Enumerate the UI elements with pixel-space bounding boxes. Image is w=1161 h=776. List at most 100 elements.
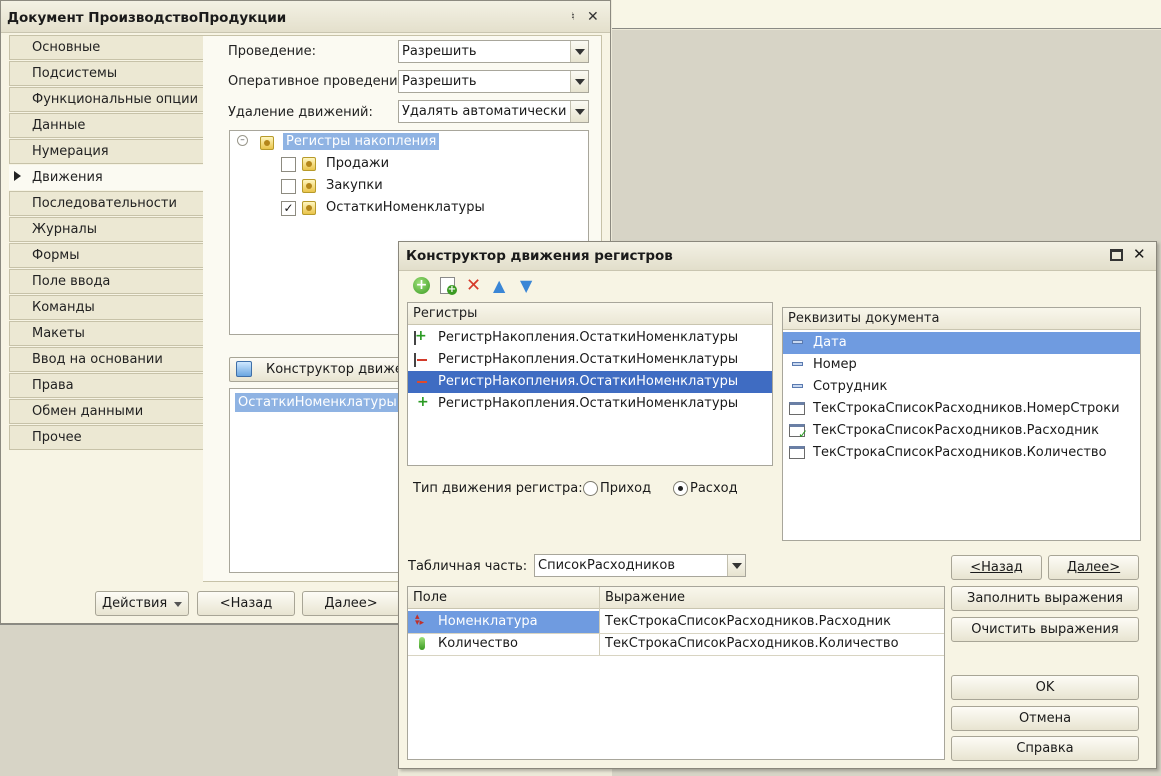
sidebar-item-subsystems[interactable]: Подсистемы (9, 61, 203, 86)
movements-constructor-button[interactable]: Конструктор движен (229, 357, 404, 382)
close-icon[interactable]: ✕ (587, 9, 599, 25)
registers-header: Регистры (408, 303, 772, 325)
tree-item-stock[interactable]: ОстаткиНоменклатуры (326, 200, 485, 215)
sidebar-item-basic[interactable]: Основные (9, 35, 203, 60)
chevron-down-icon[interactable] (727, 555, 745, 576)
sidebar-item-data[interactable]: Данные (9, 113, 203, 138)
register-movements-dialog: Конструктор движения регистров ✕ + + ✕ ▲… (398, 241, 1157, 769)
sidebar-item-input-field[interactable]: Поле ввода (9, 269, 203, 294)
bracket-icon (414, 331, 416, 345)
tabular-part-label: Табличная часть: (408, 559, 528, 574)
fields-table[interactable]: Поле Выражение ▴ ▾▸ Номенклатура ТекСтрок… (407, 586, 945, 760)
dialog-back-button[interactable]: <Назад (951, 555, 1042, 580)
actions-button[interactable]: Действия (95, 591, 189, 616)
resource-icon (419, 637, 425, 650)
chevron-down-icon[interactable] (570, 101, 588, 122)
radio-out[interactable] (673, 481, 688, 496)
sidebar-item-forms[interactable]: Формы (9, 243, 203, 268)
registers-list[interactable]: Регистры + РегистрНакопления.ОстаткиНоме… (407, 302, 773, 466)
dialog-title: Конструктор движения регистров (399, 242, 1156, 271)
col-divider (599, 587, 600, 655)
register-icon (260, 136, 274, 150)
row-divider (408, 655, 944, 656)
next-button[interactable]: Далее> (302, 591, 400, 616)
move-down-icon[interactable]: ▼ (520, 276, 532, 295)
sidebar-item-input-based-on[interactable]: Ввод на основании (9, 347, 203, 372)
minus-icon (417, 359, 427, 361)
tabular-part-select[interactable]: СписокРасходников (534, 554, 746, 577)
table-row-field[interactable]: Количество (408, 633, 599, 655)
chevron-down-icon[interactable] (570, 41, 588, 62)
posting-select[interactable]: Разрешить (398, 40, 589, 63)
attribute-row[interactable]: Номер (783, 354, 1140, 376)
move-up-icon[interactable]: ▲ (493, 276, 505, 295)
movements-list-item[interactable]: ОстаткиНоменклатуры (235, 393, 400, 412)
expr-cell[interactable]: ТекСтрокаСписокРасходников.Расходник (605, 614, 891, 629)
maximize-icon[interactable] (1110, 249, 1123, 261)
realtime-posting-select[interactable]: Разрешить (398, 70, 589, 93)
pin-icon[interactable]: ♮ (571, 10, 575, 23)
sidebar-item-data-exchange[interactable]: Обмен данными (9, 399, 203, 424)
tree-item-sales[interactable]: Продажи (326, 156, 389, 171)
attribute-row-selected[interactable]: Дата (783, 332, 1140, 354)
col-field-header: Поле (413, 590, 448, 605)
fill-expressions-button[interactable]: Заполнить выражения (951, 586, 1139, 611)
attribute-row[interactable]: ✓ ТекСтрокаСписокРасходников.Расходник (783, 420, 1140, 442)
register-row-label: РегистрНакопления.ОстаткиНоменклатуры (438, 352, 739, 367)
register-row[interactable]: + РегистрНакопления.ОстаткиНоменклатуры (408, 393, 772, 415)
chevron-down-icon (174, 602, 182, 607)
chevron-down-icon[interactable] (570, 71, 588, 92)
tree-item-purchases[interactable]: Закупки (326, 178, 383, 193)
dimension-icon: ▴ ▾▸ (415, 612, 425, 628)
window-title: Документ ПроизводствоПродукции (1, 1, 610, 33)
register-row-selected[interactable]: РегистрНакопления.ОстаткиНоменклатуры (408, 371, 772, 393)
back-button[interactable]: <Назад (197, 591, 295, 616)
register-row[interactable]: РегистрНакопления.ОстаткиНоменклатуры (408, 349, 772, 371)
sidebar-item-journals[interactable]: Журналы (9, 217, 203, 242)
attribute-row[interactable]: ТекСтрокаСписокРасходников.НомерСтроки (783, 398, 1140, 420)
add-copy-icon[interactable]: + (440, 277, 457, 295)
sidebar-item-functional-options[interactable]: Функциональные опции (9, 87, 203, 112)
delete-movements-select[interactable]: Удалять автоматически п (398, 100, 589, 123)
tree-root-label[interactable]: Регистры накопления (283, 133, 440, 150)
attribute-label: Дата (813, 335, 847, 350)
sidebar-item-commands[interactable]: Команды (9, 295, 203, 320)
expr-cell[interactable]: ТекСтрокаСписокРасходников.Количество (605, 636, 899, 651)
radio-in[interactable] (583, 481, 598, 496)
field-icon (792, 340, 803, 344)
checkbox-purchases[interactable] (281, 179, 296, 194)
table-row-field-selected[interactable]: ▴ ▾▸ Номенклатура (408, 611, 599, 633)
sidebar-item-movements[interactable]: Движения (9, 165, 203, 190)
cancel-button[interactable]: Отмена (951, 706, 1139, 731)
register-row[interactable]: + РегистрНакопления.ОстаткиНоменклатуры (408, 327, 772, 349)
sidebar-item-numbering[interactable]: Нумерация (9, 139, 203, 164)
attribute-row[interactable]: Сотрудник (783, 376, 1140, 398)
document-attributes-list[interactable]: Реквизиты документа Дата Номер Сотрудник… (782, 307, 1141, 541)
ok-button[interactable]: OK (951, 675, 1139, 700)
add-icon[interactable]: + (413, 277, 430, 294)
radio-in-label[interactable]: Приход (600, 481, 651, 496)
radio-out-label[interactable]: Расход (690, 481, 738, 496)
realtime-posting-value: Разрешить (402, 74, 477, 89)
attribute-label: ТекСтрокаСписокРасходников.Расходник (813, 423, 1099, 438)
delete-movements-label: Удаление движений: (228, 105, 373, 120)
attributes-header: Реквизиты документа (783, 308, 1140, 330)
dialog-next-button[interactable]: Далее> (1048, 555, 1139, 580)
sidebar-item-rights[interactable]: Права (9, 373, 203, 398)
active-arrow-icon (14, 171, 21, 181)
sidebar-item-sequences[interactable]: Последовательности (9, 191, 203, 216)
col-expr-header: Выражение (605, 590, 686, 605)
delete-movements-value: Удалять автоматически п (402, 104, 580, 119)
clear-expressions-button[interactable]: Очистить выражения (951, 617, 1139, 642)
collapse-icon[interactable]: – (237, 135, 248, 146)
attribute-row[interactable]: ТекСтрокаСписокРасходников.Количество (783, 442, 1140, 464)
movements-list[interactable]: ОстаткиНоменклатуры (229, 388, 404, 573)
delete-icon[interactable]: ✕ (466, 275, 481, 296)
checkbox-sales[interactable] (281, 157, 296, 172)
sidebar-item-other[interactable]: Прочее (9, 425, 203, 450)
attribute-label: Номер (813, 357, 857, 372)
checkbox-stock[interactable]: ✓ (281, 201, 296, 216)
close-icon[interactable]: ✕ (1133, 245, 1146, 263)
sidebar-item-templates[interactable]: Макеты (9, 321, 203, 346)
help-button[interactable]: Справка (951, 736, 1139, 761)
